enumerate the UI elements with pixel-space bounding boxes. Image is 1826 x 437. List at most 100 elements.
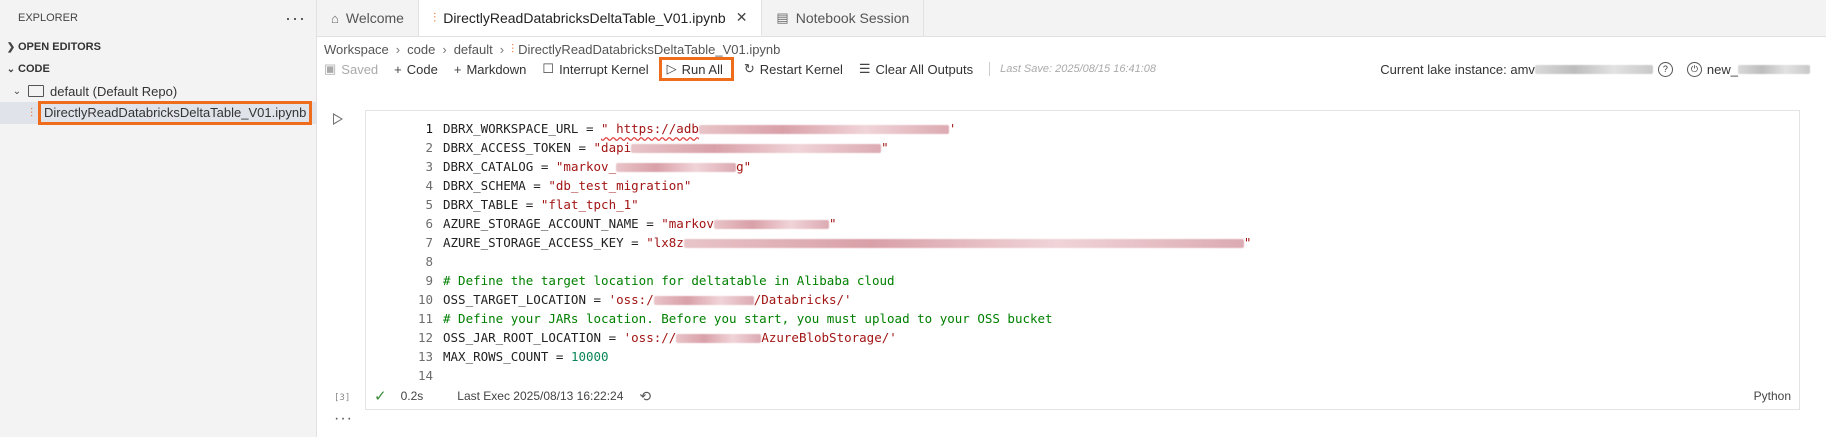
tab-notebook-session[interactable]: ▤ Notebook Session — [762, 0, 925, 36]
redacted-text — [676, 334, 762, 343]
line-source: AZURE_STORAGE_ACCOUNT_NAME = "markov " — [443, 214, 836, 233]
line-number: 2 — [425, 140, 433, 155]
restart-icon: ↻ — [743, 61, 755, 76]
code-line: 5 DBRX_TABLE = "flat_tpch_1" — [366, 195, 1251, 214]
save-icon: ▣ — [324, 61, 337, 76]
line-number: 9 — [425, 273, 433, 288]
repo-folder[interactable]: ⌄ default (Default Repo) — [0, 80, 316, 102]
notebook-toolbar: ▣ Saved + Code + Markdown ☐ Interrupt Ke… — [324, 57, 1810, 81]
redacted-text — [631, 144, 882, 153]
restart-kernel-button[interactable]: ↻ Restart Kernel — [744, 61, 843, 77]
code-string: " https://adb — [601, 121, 699, 136]
saved-label: Saved — [341, 61, 379, 77]
line-number: 13 — [417, 349, 433, 364]
line-number: 8 — [425, 254, 433, 269]
line-number: 3 — [425, 159, 433, 174]
cell-status-bar: ✓ 0.2s Last Exec 2025/08/13 16:22:24 ⟲ P… — [366, 383, 1799, 409]
run-cell-icon[interactable] — [333, 113, 343, 125]
breadcrumb-item[interactable]: default — [454, 42, 493, 57]
redacted-text — [616, 163, 737, 172]
repo-label: default (Default Repo) — [50, 83, 178, 99]
line-source: DBRX_WORKSPACE_URL = " https://adb ' — [443, 119, 956, 138]
run-all-button[interactable]: ▷ Run All — [658, 57, 734, 81]
breadcrumb: Workspace › code › default › ⫶ DirectlyR… — [324, 40, 780, 58]
code-string: "db_test_migration" — [548, 178, 692, 193]
history-icon[interactable]: ⟲ — [639, 388, 651, 405]
code-identifier: DBRX_CATALOG = — [443, 159, 556, 174]
open-editors-section[interactable]: ❯ OPEN EDITORS — [0, 36, 316, 58]
code-string: 'oss:/ — [608, 292, 654, 307]
code-line: 4 DBRX_SCHEMA = "db_test_migration" — [366, 176, 1251, 195]
breadcrumb-item[interactable]: code — [407, 42, 435, 57]
clear-outputs-label: Clear All Outputs — [875, 61, 974, 77]
redacted-text — [1738, 64, 1810, 74]
session-label[interactable]: new_ — [1707, 62, 1738, 77]
explorer-sidebar: EXPLORER ··· ❯ OPEN EDITORS ⌄ CODE ⌄ def… — [0, 0, 317, 437]
explorer-title: EXPLORER — [18, 12, 78, 24]
code-identifier: OSS_JAR_ROOT_LOCATION = — [443, 330, 624, 345]
document-icon: ▤ — [776, 10, 789, 25]
code-comment: # Define the target location for deltata… — [443, 273, 895, 288]
add-code-button[interactable]: + Code — [394, 62, 438, 77]
code-string: g" — [736, 159, 752, 174]
power-icon[interactable]: ⏻ — [1686, 61, 1702, 77]
line-source: AZURE_STORAGE_ACCESS_KEY = "lx8z " — [443, 233, 1251, 252]
chevron-right-icon: › — [395, 41, 401, 57]
notebook-icon: ⫶ — [511, 41, 515, 56]
interrupt-kernel-button[interactable]: ☐ Interrupt Kernel — [542, 61, 648, 77]
home-icon: ⌂ — [331, 10, 339, 26]
line-source: # Define the target location for deltata… — [443, 271, 895, 290]
code-cell[interactable]: 1 DBRX_WORKSPACE_URL = " https://adb ' 2 DBR… — [365, 110, 1800, 410]
clear-all-icon: ☰ — [858, 61, 871, 76]
clear-outputs-button[interactable]: ☰ Clear All Outputs — [859, 61, 973, 77]
tab-welcome[interactable]: ⌂ Welcome — [317, 0, 419, 36]
check-icon: ✓ — [374, 388, 387, 405]
code-string: 'oss:// — [623, 330, 677, 345]
exec-duration: 0.2s — [400, 389, 424, 403]
line-source: # Define your JARs location. Before you … — [443, 309, 1053, 328]
code-line: 8 — [366, 252, 1251, 271]
play-icon: ▷ — [666, 61, 677, 76]
folder-icon — [28, 85, 44, 97]
code-line: 10 OSS_TARGET_LOCATION = 'oss:/ /Databrick… — [366, 290, 1251, 309]
plus-icon: + — [453, 61, 462, 77]
toolbar-divider — [989, 62, 991, 76]
cell-language[interactable]: Python — [1754, 389, 1791, 403]
code-line: 1 DBRX_WORKSPACE_URL = " https://adb ' — [366, 119, 1251, 138]
code-string: "markov_ — [555, 159, 617, 174]
saved-button[interactable]: ▣ Saved — [324, 61, 378, 77]
notebook-icon: ⫶ — [30, 105, 34, 120]
close-icon[interactable]: ✕ — [736, 9, 748, 26]
tab-notebook[interactable]: ⫶ DirectlyReadDatabricksDeltaTable_V01.i… — [418, 0, 763, 36]
line-number: 10 — [417, 292, 433, 307]
code-section[interactable]: ⌄ CODE — [0, 58, 316, 80]
help-icon[interactable]: ? — [1657, 61, 1673, 77]
code-editor[interactable]: 1 DBRX_WORKSPACE_URL = " https://adb ' 2 DBR… — [366, 119, 1251, 385]
code-identifier: OSS_TARGET_LOCATION = — [443, 292, 609, 307]
breadcrumb-item[interactable]: DirectlyReadDatabricksDeltaTable_V01.ipy… — [518, 42, 780, 57]
code-line: 7 AZURE_STORAGE_ACCESS_KEY = "lx8z " — [366, 233, 1251, 252]
code-line: 3 DBRX_CATALOG = "markov_ g" — [366, 157, 1251, 176]
line-number: 5 — [425, 197, 433, 212]
notebook-file-item[interactable]: ⫶ DirectlyReadDatabricksDeltaTable_V01.i… — [0, 101, 316, 125]
code-identifier: DBRX_SCHEMA = — [443, 178, 549, 193]
more-actions-icon[interactable]: ··· — [334, 410, 353, 428]
last-exec-text: Last Exec 2025/08/13 16:22:24 — [457, 389, 624, 403]
code-identifier: DBRX_ACCESS_TOKEN = — [443, 140, 594, 155]
code-identifier: AZURE_STORAGE_ACCESS_KEY = — [443, 235, 647, 250]
line-source: OSS_TARGET_LOCATION = 'oss:/ /Databricks/… — [443, 290, 852, 309]
lake-instance-label: Current lake instance: amv — [1380, 61, 1535, 77]
code-comment: # Define your JARs location. Before you … — [443, 311, 1053, 326]
breadcrumb-item[interactable]: Workspace — [324, 42, 389, 57]
plus-icon: + — [394, 61, 402, 77]
exec-count: [3] — [334, 393, 351, 403]
editor-tabs: ⌂ Welcome ⫶ DirectlyReadDatabricksDeltaT… — [317, 0, 1826, 37]
redacted-text — [713, 220, 829, 229]
code-string: "dapi — [593, 140, 632, 155]
line-source: DBRX_TABLE = "flat_tpch_1" — [443, 195, 639, 214]
add-markdown-button[interactable]: + Markdown — [454, 62, 527, 77]
more-actions-icon[interactable]: ··· — [285, 8, 306, 29]
code-string: " — [828, 216, 837, 231]
code-number: 10000 — [570, 349, 609, 364]
last-save-text: Last Save: 2025/08/15 16:41:08 — [1000, 63, 1157, 75]
